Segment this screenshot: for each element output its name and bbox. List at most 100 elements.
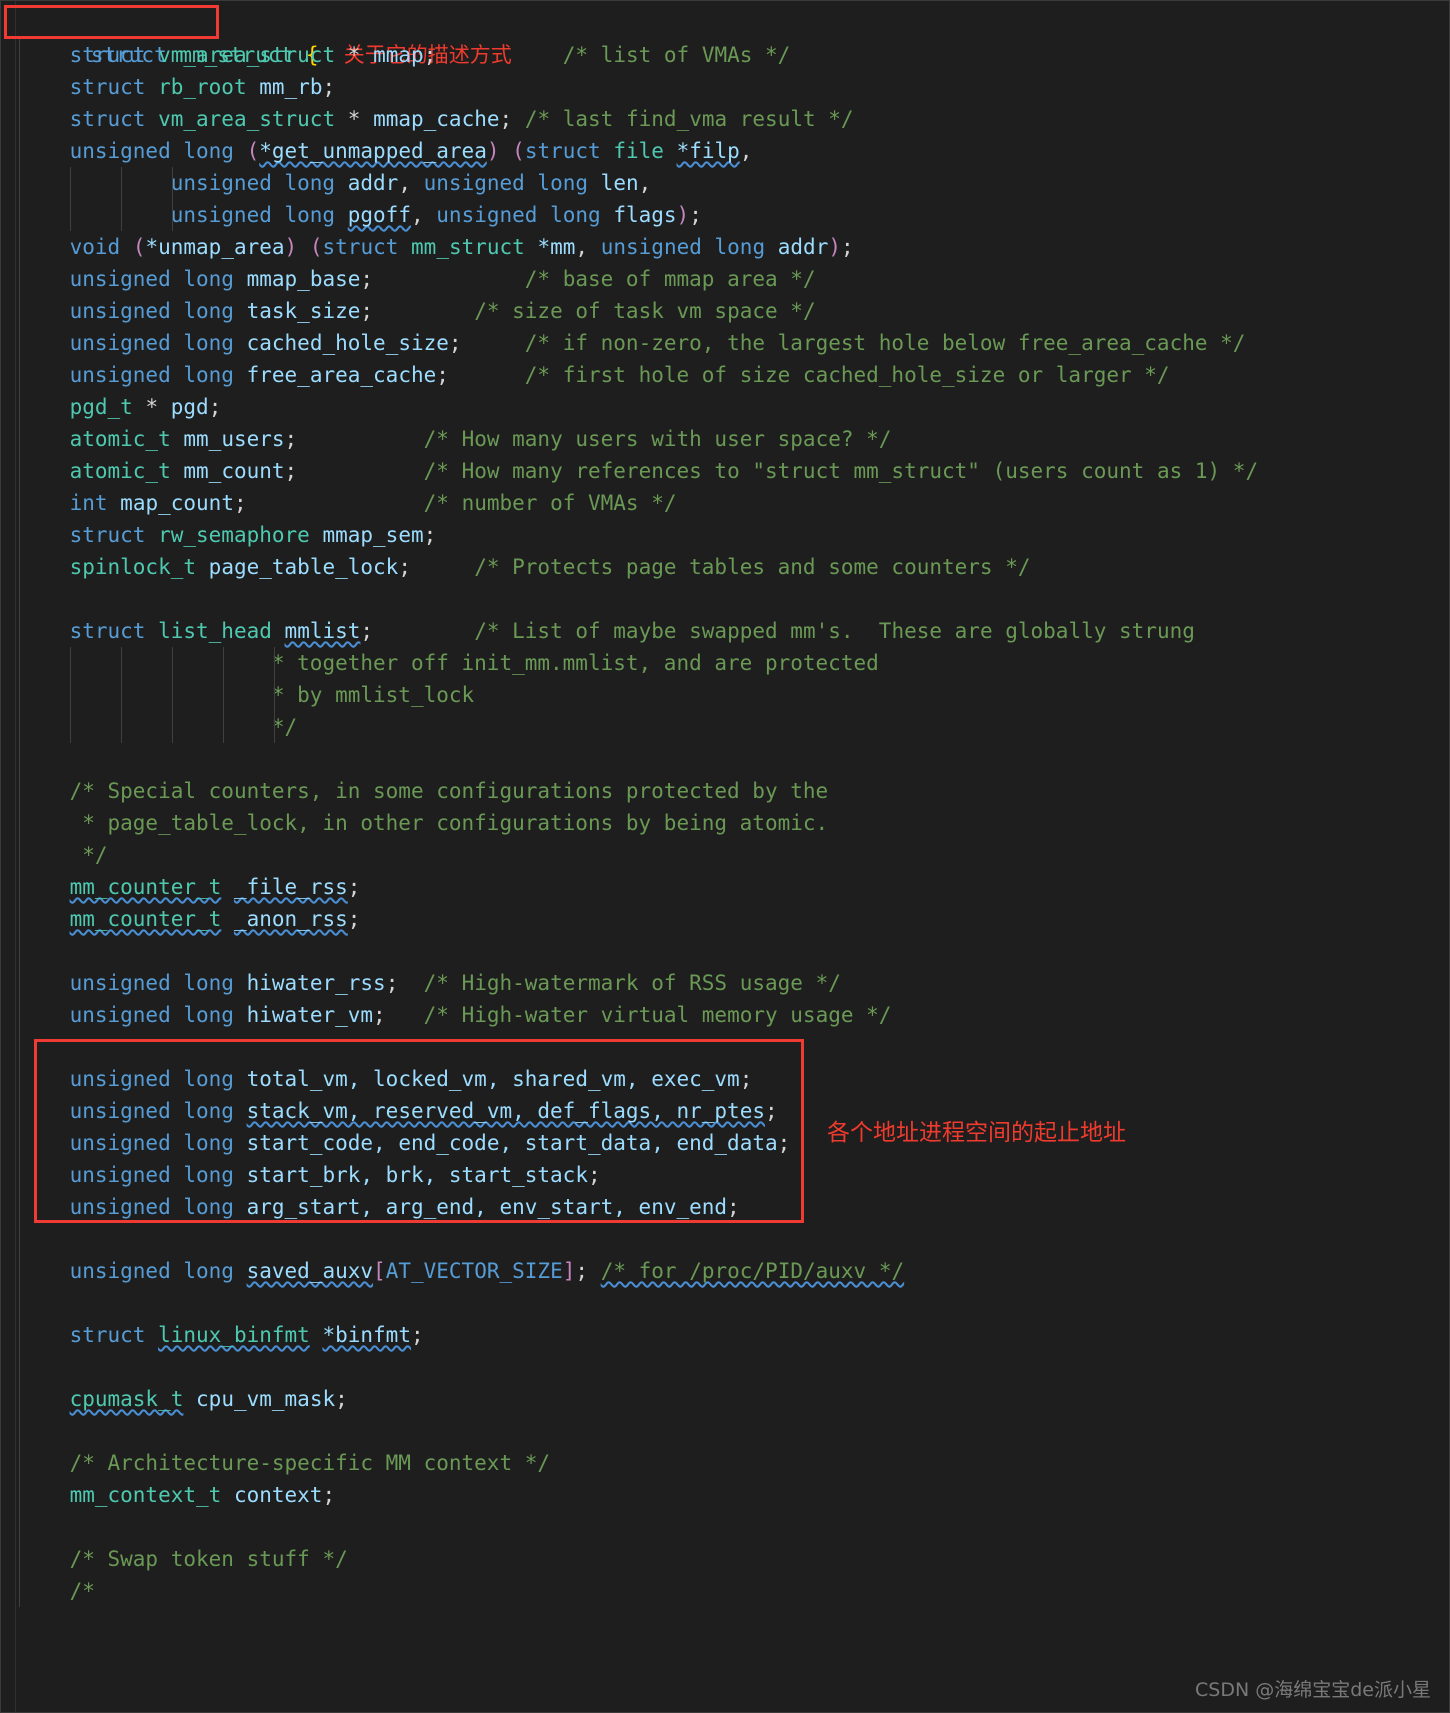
code-line-free-area-cache: unsigned long free_area_cache; /* first … bbox=[15, 359, 1449, 391]
token-star: * bbox=[145, 395, 159, 419]
token-var-mmap: mmap bbox=[373, 43, 424, 67]
token-var-hiwater-rss: hiwater_rss bbox=[246, 971, 386, 995]
token-type-rw-semaphore: rw_semaphore bbox=[158, 523, 310, 547]
token-keyword-unsigned-long: unsigned long bbox=[69, 299, 234, 323]
code-line-anon-rss: mm_counter_t _anon_rss; bbox=[15, 903, 1449, 935]
watermark-csdn: CSDN @海绵宝宝de派小星 bbox=[1195, 1679, 1431, 1701]
token-var-cached-hole-size: cached_hole_size bbox=[246, 331, 449, 355]
code-line-blank bbox=[15, 1287, 1449, 1319]
token-var-addr: addr bbox=[777, 235, 829, 259]
code-line-pgd: pgd_t * pgd; bbox=[15, 391, 1449, 423]
token-var-saved-auxv: saved_auxv bbox=[246, 1259, 374, 1283]
token-type-atomic-t: atomic_t bbox=[69, 427, 171, 451]
code-line-get-unmapped-area: unsigned long (*get_unmapped_area) (stru… bbox=[15, 135, 1449, 167]
code-line-total-vm: unsigned long total_vm, locked_vm, share… bbox=[15, 1063, 1449, 1095]
token-keyword-struct: struct bbox=[322, 235, 399, 259]
code-line-blank bbox=[15, 935, 1449, 967]
token-var-anon-rss: _anon_rss bbox=[233, 907, 348, 931]
token-comment: */ bbox=[271, 715, 298, 739]
token-comment: /* last find_vma result */ bbox=[524, 107, 854, 131]
token-keyword-struct: struct bbox=[69, 1323, 146, 1347]
token-keyword-unsigned-long: unsigned long bbox=[170, 171, 336, 195]
code-line-mmap-base: unsigned long mmap_base; /* base of mmap… bbox=[15, 263, 1449, 295]
token-var-filp: *filp bbox=[676, 139, 740, 163]
token-keyword-unsigned-long: unsigned long bbox=[69, 139, 234, 163]
token-var-mmap-sem: mmap_sem bbox=[322, 523, 424, 547]
code-line-blank bbox=[15, 1031, 1449, 1063]
token-var-map-count: map_count bbox=[120, 491, 234, 515]
token-comment: /* Architecture-specific MM context */ bbox=[69, 1451, 551, 1475]
code-line-special-counters-1: /* Special counters, in some configurati… bbox=[15, 775, 1449, 807]
code-line-mmap-cache: struct vm_area_struct * mmap_cache; /* l… bbox=[15, 103, 1449, 135]
code-line-stack-vm: unsigned long stack_vm, reserved_vm, def… bbox=[15, 1095, 1449, 1127]
token-comment: /* Special counters, in some configurati… bbox=[69, 779, 829, 803]
code-line-unmap-area: void (*unmap_area) (struct mm_struct *mm… bbox=[15, 231, 1449, 263]
token-comment: /* number of VMAs */ bbox=[423, 491, 677, 515]
code-line-blank bbox=[15, 1415, 1449, 1447]
token-var-mm-count: mm_count bbox=[183, 459, 285, 483]
token-type-cpumask-t: cpumask_t bbox=[69, 1387, 184, 1411]
code-line-mm-count: atomic_t mm_count; /* How many reference… bbox=[15, 455, 1449, 487]
token-keyword-struct: struct bbox=[69, 43, 146, 67]
token-type-spinlock-t: spinlock_t bbox=[69, 555, 197, 579]
code-line-page-table-lock: spinlock_t page_table_lock; /* Protects … bbox=[15, 551, 1449, 583]
token-keyword-struct: struct bbox=[69, 619, 146, 643]
token-keyword-unsigned-long: unsigned long bbox=[69, 363, 234, 387]
token-var-mmlist: mmlist bbox=[284, 619, 361, 643]
token-var-mm-rb: mm_rb bbox=[259, 75, 323, 99]
token-keyword-unsigned-long: unsigned long bbox=[600, 235, 766, 259]
token-var-mmap-base: mmap_base bbox=[246, 267, 361, 291]
code-line-hiwater-vm: unsigned long hiwater_vm; /* High-water … bbox=[15, 999, 1449, 1031]
token-comment: /* bbox=[69, 1579, 95, 1603]
token-var-context: context bbox=[233, 1483, 323, 1507]
token-type-mm-struct: mm_struct bbox=[411, 235, 525, 259]
token-comment: * by mmlist_lock bbox=[271, 683, 475, 707]
token-var-mm: *mm bbox=[537, 235, 576, 259]
token-keyword-unsigned-long: unsigned long bbox=[69, 331, 234, 355]
token-type-vm-area-struct: vm_area_struct bbox=[158, 107, 336, 131]
token-keyword-unsigned-long: unsigned long bbox=[69, 267, 234, 291]
code-line-mm-users: atomic_t mm_users; /* How many users wit… bbox=[15, 423, 1449, 455]
code-line-task-size: unsigned long task_size; /* size of task… bbox=[15, 295, 1449, 327]
token-var-hiwater-vm: hiwater_vm bbox=[246, 1003, 374, 1027]
token-vars-vm-counts: total_vm, locked_vm, shared_vm, exec_vm bbox=[246, 1067, 740, 1091]
code-line-context: mm_context_t context; bbox=[15, 1479, 1449, 1511]
token-comment: /* size of task vm space */ bbox=[474, 299, 816, 323]
code-line-arg-start: unsigned long arg_start, arg_end, env_st… bbox=[15, 1191, 1449, 1223]
token-type-rb-root: rb_root bbox=[158, 75, 247, 99]
token-comment: */ bbox=[82, 843, 108, 867]
code-line-special-counters-3: */ bbox=[15, 839, 1449, 871]
code-content[interactable]: struct mm_struct { 关于它的描述方式 struct vm_ar… bbox=[15, 1, 1449, 1712]
code-line-mm-rb: struct rb_root mm_rb; bbox=[15, 71, 1449, 103]
token-vars-brk-stack: start_brk, brk, start_stack bbox=[246, 1163, 588, 1187]
token-var-free-area-cache: free_area_cache bbox=[246, 363, 437, 387]
code-line-mmap: struct vm_area_struct * mmap; /* list of… bbox=[15, 39, 1449, 71]
token-vars-stack-vm: stack_vm, reserved_vm, def_flags, nr_pte… bbox=[246, 1099, 765, 1123]
token-var-pgd: pgd bbox=[170, 395, 209, 419]
token-comment: /* List of maybe swapped mm's. These are… bbox=[474, 619, 1195, 643]
token-type-atomic-t: atomic_t bbox=[69, 459, 171, 483]
token-keyword-unsigned-long: unsigned long bbox=[69, 1131, 234, 1155]
token-keyword-unsigned-long: unsigned long bbox=[423, 171, 589, 195]
token-keyword-void: void bbox=[69, 235, 121, 259]
code-editor[interactable]: struct mm_struct { 关于它的描述方式 struct vm_ar… bbox=[0, 0, 1450, 1713]
code-line-swap-token-comment: /* Swap token stuff */ bbox=[15, 1543, 1449, 1575]
token-var-page-table-lock: page_table_lock bbox=[208, 555, 399, 579]
token-comment: * together off init_mm.mmlist, and are p… bbox=[271, 651, 879, 675]
code-line-start-brk: unsigned long start_brk, brk, start_stac… bbox=[15, 1159, 1449, 1191]
token-keyword-struct: struct bbox=[69, 75, 146, 99]
token-vars-arg-env: arg_start, arg_end, env_start, env_end bbox=[246, 1195, 728, 1219]
code-line-mmlist-comment-3: * by mmlist_lock bbox=[15, 679, 1449, 711]
token-comment: /* first hole of size cached_hole_size o… bbox=[524, 363, 1170, 387]
code-line-special-counters-2: * page_table_lock, in other configuratio… bbox=[15, 807, 1449, 839]
token-comment: /* High-water virtual memory usage */ bbox=[423, 1003, 892, 1027]
token-type-mm-counter-t: mm_counter_t bbox=[69, 875, 222, 899]
code-line-pgoff-flags: unsigned long pgoff, unsigned long flags… bbox=[15, 199, 1449, 231]
editor-gutter bbox=[1, 1, 16, 1712]
code-line-addr-len: unsigned long addr, unsigned long len, bbox=[15, 167, 1449, 199]
code-line-mmlist-comment-2: * together off init_mm.mmlist, and are p… bbox=[15, 647, 1449, 679]
token-var-mm-users: mm_users bbox=[183, 427, 285, 451]
token-var-binfmt: *binfmt bbox=[322, 1323, 411, 1347]
code-line-saved-auxv: unsigned long saved_auxv[AT_VECTOR_SIZE]… bbox=[15, 1255, 1449, 1287]
token-var-mmap-cache: mmap_cache bbox=[373, 107, 500, 131]
